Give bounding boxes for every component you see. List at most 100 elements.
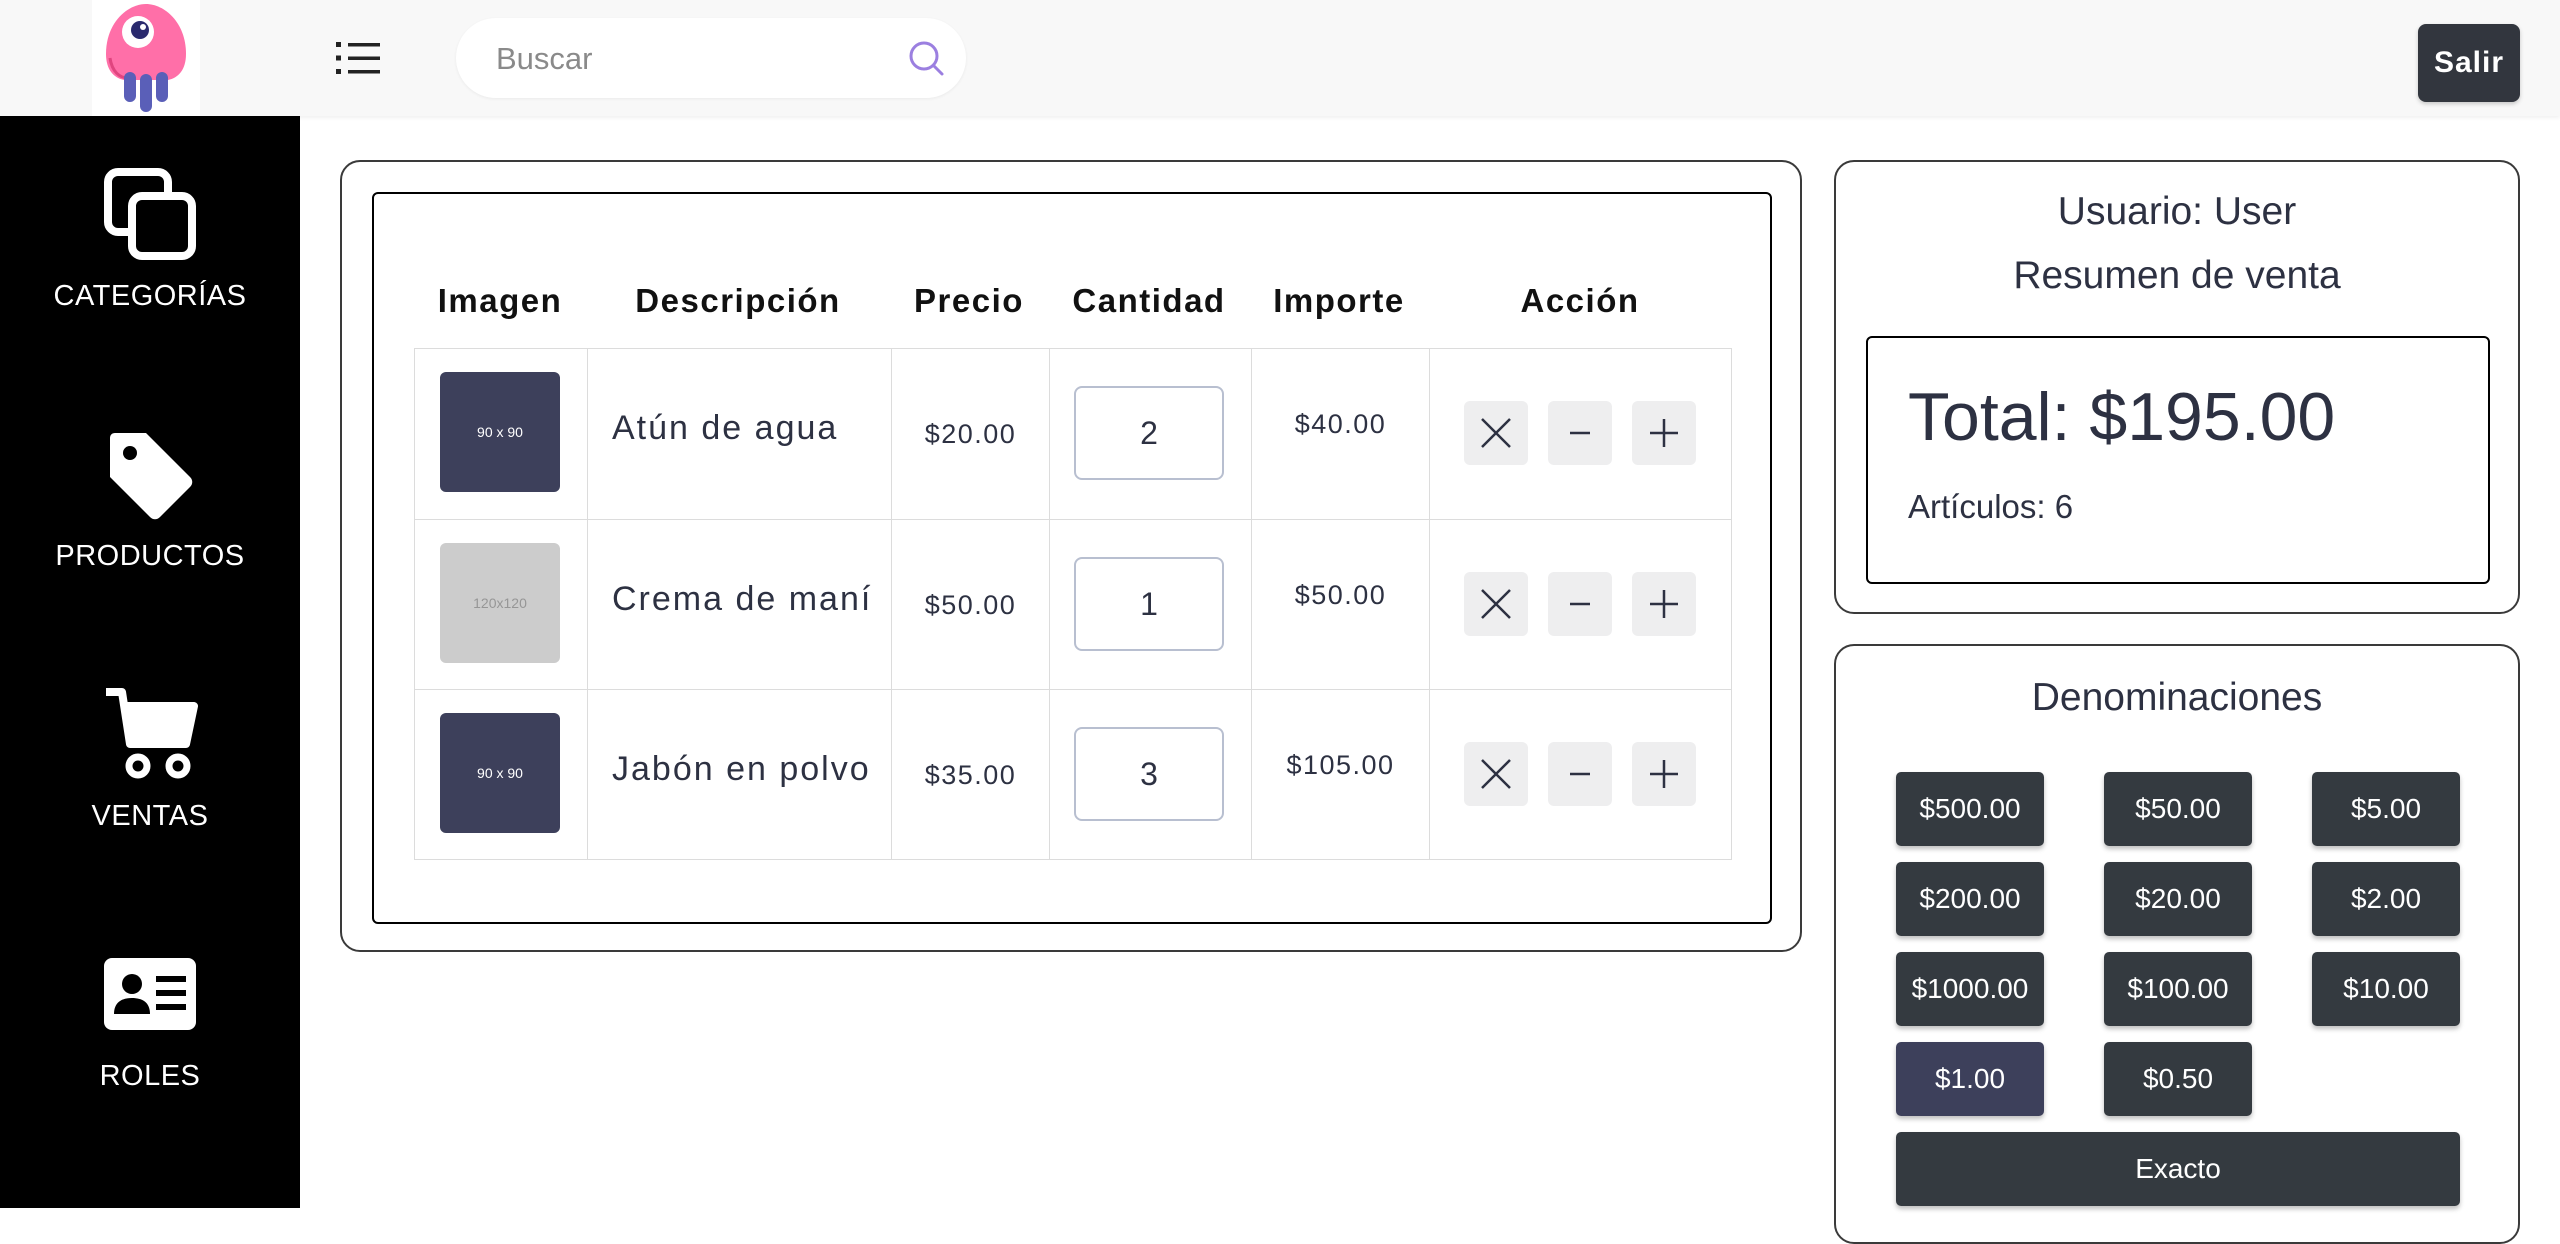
- decrease-quantity-button[interactable]: [1548, 742, 1612, 806]
- sidebar-item-roles[interactable]: ROLES: [0, 944, 300, 1144]
- description-cell: Jabón en polvo: [587, 690, 891, 860]
- column-header-cantidad: Cantidad: [1072, 282, 1226, 319]
- table-row: 120x120 Crema de maní $50.00 $50.00: [415, 519, 1733, 690]
- denomination-button-2[interactable]: $2.00: [2312, 862, 2460, 936]
- quantity-cell: [1049, 520, 1251, 690]
- column-header-importe: Importe: [1273, 282, 1405, 319]
- decrease-quantity-button[interactable]: [1548, 401, 1612, 465]
- line-amount: $40.00: [1294, 409, 1387, 439]
- denomination-button-500[interactable]: $500.00: [1896, 772, 2044, 846]
- cart-panel: Imagen Descripción Precio Cantidad Impor…: [340, 160, 1802, 952]
- minus-icon: [1570, 772, 1590, 776]
- search-icon[interactable]: [906, 38, 946, 78]
- product-description: Jabón en polvo: [612, 750, 871, 788]
- denomination-button-20[interactable]: $20.00: [2104, 862, 2252, 936]
- denomination-button-1000[interactable]: $1000.00: [1896, 952, 2044, 1026]
- quantity-cell: [1049, 690, 1251, 860]
- hamburger-list-icon: [336, 42, 380, 74]
- id-card-icon: [104, 958, 196, 1030]
- column-header-descripcion: Descripción: [635, 282, 841, 319]
- plus-icon: [1650, 419, 1678, 447]
- table-row: 90 x 90 Atún de agua $20.00 $40.00: [415, 349, 1731, 519]
- product-thumbnail: 90 x 90: [440, 713, 560, 833]
- increase-quantity-button[interactable]: [1632, 742, 1696, 806]
- cart-icon: [106, 688, 198, 779]
- price-cell: $35.00: [891, 690, 1049, 860]
- search-box: [456, 18, 966, 98]
- description-cell: Crema de maní: [587, 520, 891, 690]
- denomination-button-200[interactable]: $200.00: [1896, 862, 2044, 936]
- column-header-precio: Precio: [914, 282, 1024, 319]
- sidebar-item-ventas[interactable]: VENTAS: [0, 684, 300, 884]
- column-header-accion: Acción: [1520, 282, 1640, 319]
- search-input[interactable]: [494, 32, 878, 86]
- exact-amount-button[interactable]: Exacto: [1896, 1132, 2460, 1206]
- denomination-button-1[interactable]: $1.00: [1896, 1042, 2044, 1116]
- amount-cell: $105.00: [1251, 690, 1429, 860]
- quantity-input[interactable]: [1074, 386, 1224, 480]
- denomination-button-50[interactable]: $50.00: [2104, 772, 2252, 846]
- sidebar-item-categorias[interactable]: CATEGORÍAS: [0, 164, 300, 364]
- quantity-input[interactable]: [1074, 557, 1224, 651]
- remove-item-button[interactable]: [1464, 401, 1528, 465]
- logout-button[interactable]: Salir: [2418, 24, 2520, 102]
- top-bar: Salir: [0, 0, 2560, 116]
- sidebar-item-label: VENTAS: [91, 800, 209, 832]
- items-count: Artículos: 6: [1908, 488, 2074, 525]
- layers-icon: [104, 168, 196, 260]
- product-description: Atún de agua: [612, 409, 839, 447]
- image-cell: 90 x 90: [415, 349, 587, 519]
- sidebar-item-label: ROLES: [99, 1060, 201, 1092]
- price-cell: $20.00: [891, 349, 1049, 519]
- action-cell: [1429, 520, 1733, 690]
- remove-item-button[interactable]: [1464, 572, 1528, 636]
- line-amount: $50.00: [1294, 580, 1387, 610]
- sale-summary-panel: Usuario: User Resumen de venta Total: $1…: [1834, 160, 2520, 614]
- sidebar: CATEGORÍAS PRODUCTOS VENTAS ROLES: [0, 116, 300, 1208]
- denominations-title: Denominaciones: [2031, 676, 2323, 719]
- sidebar-item-productos[interactable]: PRODUCTOS: [0, 424, 300, 624]
- column-header-imagen: Imagen: [437, 282, 563, 319]
- line-amount: $105.00: [1286, 750, 1395, 780]
- denomination-button-100[interactable]: $100.00: [2104, 952, 2252, 1026]
- decrease-quantity-button[interactable]: [1548, 572, 1612, 636]
- amount-cell: $50.00: [1251, 520, 1429, 690]
- product-price: $35.00: [924, 760, 1017, 790]
- price-cell: $50.00: [891, 520, 1049, 690]
- summary-title: Resumen de venta: [2013, 254, 2341, 297]
- close-icon: [1481, 418, 1511, 448]
- quantity-cell: [1049, 349, 1251, 519]
- minus-icon: [1570, 431, 1590, 435]
- product-thumbnail: 90 x 90: [440, 372, 560, 492]
- plus-icon: [1650, 590, 1678, 618]
- sidebar-item-label: CATEGORÍAS: [53, 280, 247, 312]
- total-amount: Total: $195.00: [1908, 379, 2336, 455]
- remove-item-button[interactable]: [1464, 742, 1528, 806]
- action-cell: [1429, 349, 1733, 519]
- cart-rows: 90 x 90 Atún de agua $20.00 $40.00: [414, 348, 1732, 860]
- increase-quantity-button[interactable]: [1632, 572, 1696, 636]
- minus-icon: [1570, 602, 1590, 606]
- tag-icon: [110, 433, 193, 520]
- image-cell: 120x120: [415, 520, 587, 690]
- denomination-button-5[interactable]: $5.00: [2312, 772, 2460, 846]
- product-thumbnail: 120x120: [440, 543, 560, 663]
- description-cell: Atún de agua: [587, 349, 891, 519]
- product-description: Crema de maní: [612, 580, 873, 618]
- product-price: $50.00: [924, 590, 1017, 620]
- plus-icon: [1650, 760, 1678, 788]
- sidebar-item-label: PRODUCTOS: [55, 540, 245, 572]
- user-label: Usuario: User: [2057, 190, 2297, 233]
- denominations-panel: Denominaciones $500.00 $50.00 $5.00 $200…: [1834, 644, 2520, 1244]
- denomination-button-10[interactable]: $10.00: [2312, 952, 2460, 1026]
- increase-quantity-button[interactable]: [1632, 401, 1696, 465]
- amount-cell: $40.00: [1251, 349, 1429, 519]
- menu-toggle-button[interactable]: [330, 34, 386, 82]
- image-cell: 90 x 90: [415, 690, 587, 860]
- cart-table-container: Imagen Descripción Precio Cantidad Impor…: [372, 192, 1772, 924]
- close-icon: [1481, 759, 1511, 789]
- quantity-input[interactable]: [1074, 727, 1224, 821]
- app-logo[interactable]: [88, 0, 204, 116]
- close-icon: [1481, 589, 1511, 619]
- denomination-button-0-50[interactable]: $0.50: [2104, 1042, 2252, 1116]
